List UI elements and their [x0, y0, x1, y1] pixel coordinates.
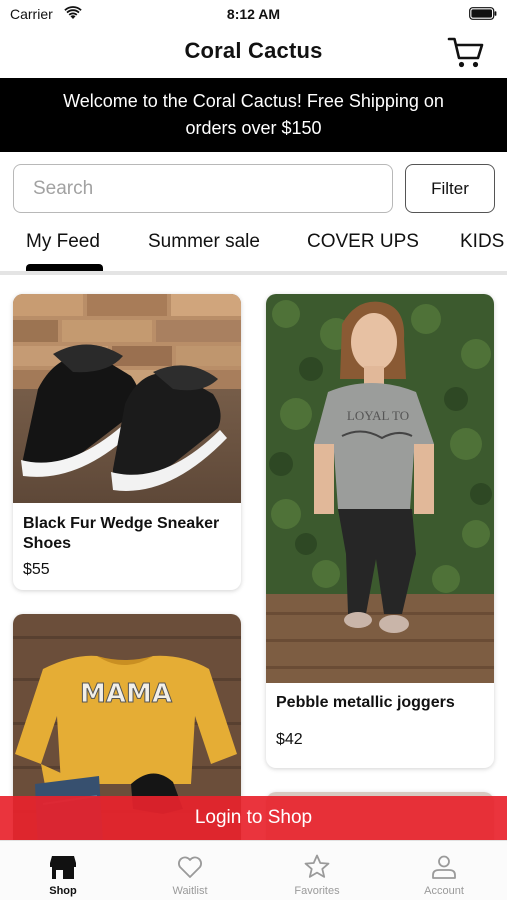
product-price: $55	[23, 561, 50, 578]
shopping-cart-icon	[447, 37, 484, 68]
promo-banner-text: Welcome to the Coral Cactus! Free Shippi…	[63, 91, 444, 138]
navigation-bar: Coral Cactus	[0, 28, 507, 78]
tab-bar-waitlist[interactable]: Waitlist	[127, 841, 253, 900]
product-name: Pebble metallic joggers	[276, 694, 455, 711]
product-name: Black Fur Wedge Sneaker Shoes	[23, 515, 220, 552]
battery-icon	[469, 7, 497, 20]
filter-button[interactable]: Filter	[405, 164, 495, 213]
tab-bar-account-label: Account	[424, 885, 464, 897]
joggers-photo: LOYAL TO	[266, 294, 494, 683]
product-feed[interactable]: Black Fur Wedge Sneaker Shoes $55 LOYAL …	[0, 275, 507, 840]
bottom-tab-bar: Shop Waitlist Favorites Account	[0, 840, 507, 900]
tab-summer-sale[interactable]: Summer sale	[148, 231, 260, 253]
cart-button[interactable]	[447, 36, 485, 70]
sneakers-photo	[13, 294, 241, 503]
svg-text:MAMA: MAMA	[80, 679, 172, 709]
tab-bar-favorites[interactable]: Favorites	[254, 841, 380, 900]
heart-icon	[178, 856, 202, 878]
status-bar: Carrier 8:12 AM	[0, 0, 507, 28]
search-input[interactable]	[13, 164, 393, 213]
clock-time: 8:12 AM	[226, 6, 281, 22]
category-tabs: My Feed Summer sale COVER UPS KIDS	[0, 226, 507, 272]
login-to-shop-button[interactable]: Login to Shop	[0, 796, 507, 840]
tab-bar-account[interactable]: Account	[381, 841, 507, 900]
person-icon	[432, 855, 456, 879]
product-price: $42	[276, 731, 303, 748]
login-to-shop-label: Login to Shop	[194, 807, 313, 828]
star-icon	[304, 854, 330, 878]
storefront-icon	[50, 856, 76, 879]
svg-text:LOYAL TO: LOYAL TO	[347, 408, 409, 423]
tab-bar-shop-label: Shop	[49, 885, 77, 897]
product-image[interactable]	[13, 294, 241, 503]
tab-bar-waitlist-label: Waitlist	[172, 885, 208, 897]
product-card[interactable]: LOYAL TO Pebble metallic joggers $42	[266, 294, 494, 768]
promo-banner: Welcome to the Coral Cactus! Free Shippi…	[0, 78, 507, 152]
app-title: Coral Cactus	[184, 38, 323, 63]
product-image[interactable]: LOYAL TO	[266, 294, 494, 683]
tab-my-feed[interactable]: My Feed	[26, 231, 100, 253]
product-card[interactable]: Black Fur Wedge Sneaker Shoes $55	[13, 294, 241, 590]
tab-kids[interactable]: KIDS	[460, 231, 504, 253]
tab-bar-favorites-label: Favorites	[294, 885, 340, 897]
tab-cover-ups[interactable]: COVER UPS	[307, 231, 419, 253]
tab-bar-shop[interactable]: Shop	[0, 841, 126, 900]
